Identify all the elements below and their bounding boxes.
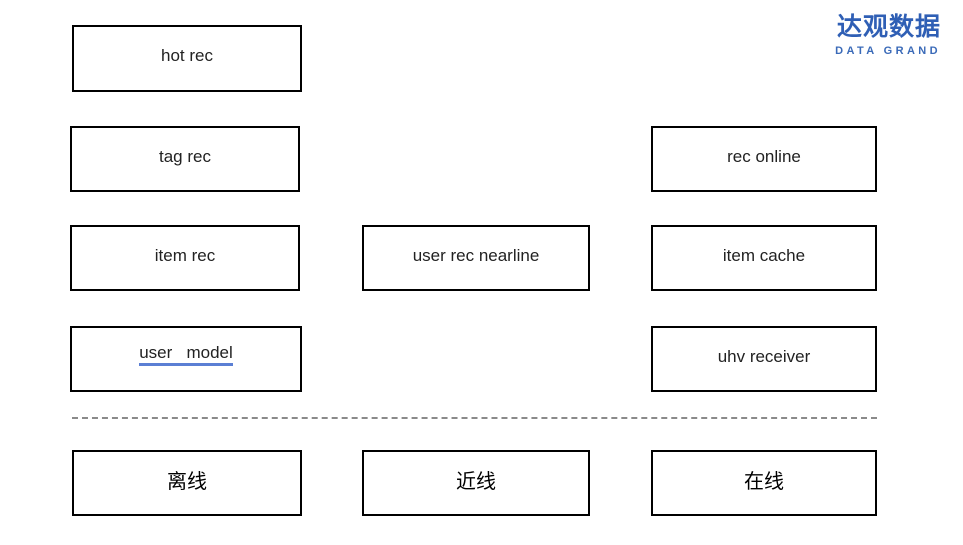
diagram-box-label: 离线 xyxy=(167,469,207,493)
diagram-canvas: 达观数据 DATA GRAND hot rec tag rec item rec us… xyxy=(0,0,963,545)
diagram-box-label: tag rec xyxy=(159,146,211,166)
company-logo: 达观数据 DATA GRAND xyxy=(835,14,941,57)
diagram-box-label: user rec nearline xyxy=(412,245,540,265)
diagram-box-nearline-label[interactable]: 近线 xyxy=(362,450,590,516)
layer-divider-dashed-line xyxy=(72,417,877,419)
diagram-box-user-rec-nearline[interactable]: user rec nearline xyxy=(362,225,590,291)
diagram-box-label: hot rec xyxy=(161,46,213,65)
diagram-box-uhv-receiver[interactable]: uhv receiver xyxy=(651,326,877,392)
diagram-box-rec-online[interactable]: rec online xyxy=(651,126,877,192)
diagram-box-label: 在线 xyxy=(744,469,784,493)
diagram-box-user-model[interactable]: user model xyxy=(70,326,302,392)
diagram-box-label: user model xyxy=(139,344,233,366)
diagram-box-tag-rec[interactable]: tag rec xyxy=(70,126,300,192)
diagram-box-item-rec[interactable]: item rec xyxy=(70,225,300,291)
diagram-box-label: 近线 xyxy=(456,469,496,493)
diagram-box-item-cache[interactable]: item cache xyxy=(651,225,877,291)
diagram-box-label: item cache xyxy=(722,245,806,265)
logo-english-text: DATA GRAND xyxy=(835,45,941,57)
diagram-box-online-label[interactable]: 在线 xyxy=(651,450,877,516)
diagram-box-hot-rec[interactable]: hot rec xyxy=(72,25,302,92)
diagram-box-label: rec online xyxy=(727,146,801,166)
diagram-box-label: item rec xyxy=(154,245,216,265)
logo-chinese-text: 达观数据 xyxy=(836,12,941,41)
diagram-box-label: uhv receiver xyxy=(717,346,811,366)
diagram-box-offline-label[interactable]: 离线 xyxy=(72,450,302,516)
